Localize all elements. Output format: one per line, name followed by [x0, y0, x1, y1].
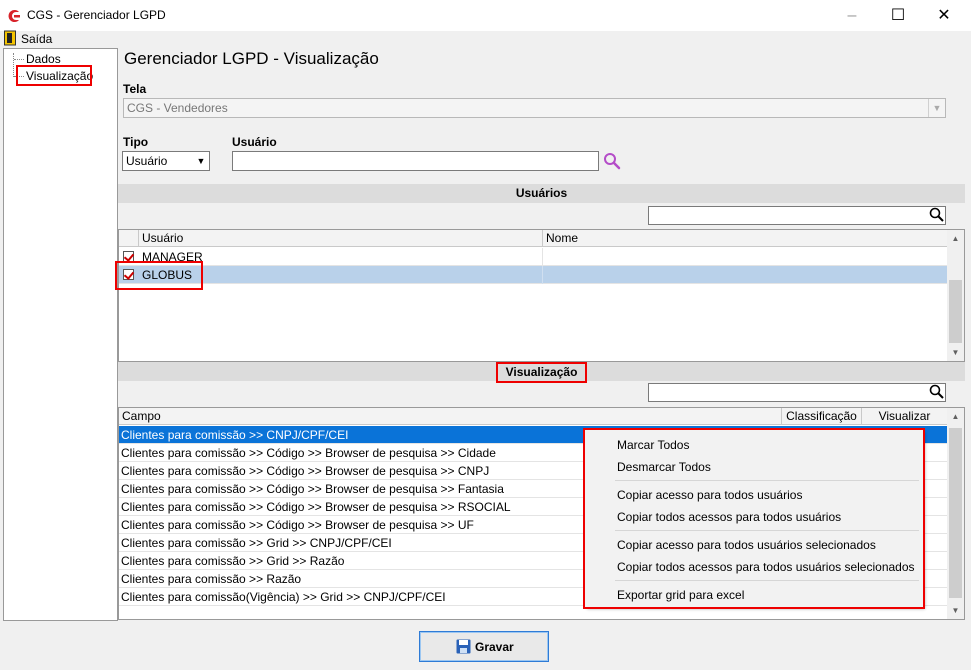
fields-scrollbar[interactable]: ▲ ▼: [947, 408, 964, 619]
search-icon[interactable]: [928, 206, 946, 224]
view-filter-input[interactable]: [648, 383, 946, 402]
menu-exit[interactable]: Saída: [21, 32, 52, 46]
search-icon[interactable]: [928, 383, 946, 401]
minimize-button[interactable]: –: [829, 0, 875, 31]
column-header-usuario[interactable]: Usuário: [139, 230, 543, 247]
highlight-box: [16, 65, 92, 86]
tipo-label: Tipo: [123, 135, 149, 149]
highlight-box: [115, 261, 203, 290]
grid-header-corner: [119, 230, 139, 247]
users-grid: Usuário Nome MANAGER GLOBUS ▲ ▼: [118, 229, 965, 362]
column-header-nome[interactable]: Nome: [543, 230, 948, 247]
search-icon[interactable]: [602, 151, 622, 171]
scroll-up-icon[interactable]: ▲: [947, 230, 964, 247]
cell-nome: [542, 266, 543, 284]
navigation-tree: Dados Visualização: [3, 48, 118, 621]
window-title: CGS - Gerenciador LGPD: [27, 8, 166, 22]
column-header-visualizar[interactable]: Visualizar: [862, 408, 948, 425]
close-button[interactable]: ✕: [921, 0, 967, 31]
table-row-selected[interactable]: GLOBUS: [119, 266, 948, 284]
users-filter-input[interactable]: [648, 206, 946, 225]
usuario-label: Usuário: [232, 135, 277, 149]
cell-nome: [542, 248, 543, 266]
tree-connector: [13, 53, 14, 77]
save-button[interactable]: Gravar: [419, 631, 549, 662]
maximize-button[interactable]: ☐: [875, 0, 921, 31]
users-scrollbar[interactable]: ▲ ▼: [947, 230, 964, 361]
table-row[interactable]: MANAGER: [119, 248, 948, 266]
scrollbar-thumb[interactable]: [949, 428, 962, 598]
tela-label: Tela: [123, 82, 147, 96]
tree-item-dados[interactable]: Dados: [26, 52, 61, 66]
tipo-value: Usuário: [126, 154, 168, 168]
view-section-title: Visualização: [495, 362, 588, 383]
floppy-disk-icon: [456, 639, 471, 654]
users-section-header: Usuários: [118, 184, 965, 203]
scroll-up-icon[interactable]: ▲: [947, 408, 964, 425]
usuario-input[interactable]: [232, 151, 599, 171]
chevron-down-icon[interactable]: ▼: [928, 99, 945, 117]
view-section-header: Visualização: [118, 362, 965, 383]
tipo-select[interactable]: Usuário ▼: [122, 151, 210, 171]
scroll-down-icon[interactable]: ▼: [947, 602, 964, 619]
page-title: Gerenciador LGPD - Visualização: [124, 49, 379, 68]
scroll-down-icon[interactable]: ▼: [947, 344, 964, 361]
save-button-label: Gravar: [475, 640, 514, 654]
scrollbar-thumb[interactable]: [949, 280, 962, 343]
tela-select[interactable]: CGS - Vendedores ▼: [123, 98, 946, 118]
column-header-classificacao[interactable]: Classificação: [782, 408, 862, 425]
exit-door-icon: [4, 30, 16, 46]
tela-value: CGS - Vendedores: [127, 101, 228, 115]
menu-bar: [0, 31, 971, 47]
column-header-campo[interactable]: Campo: [119, 408, 782, 425]
highlight-box: [583, 428, 925, 609]
tree-connector: [14, 59, 24, 60]
chevron-down-icon[interactable]: ▼: [194, 153, 208, 169]
app-logo-icon: [8, 10, 20, 22]
